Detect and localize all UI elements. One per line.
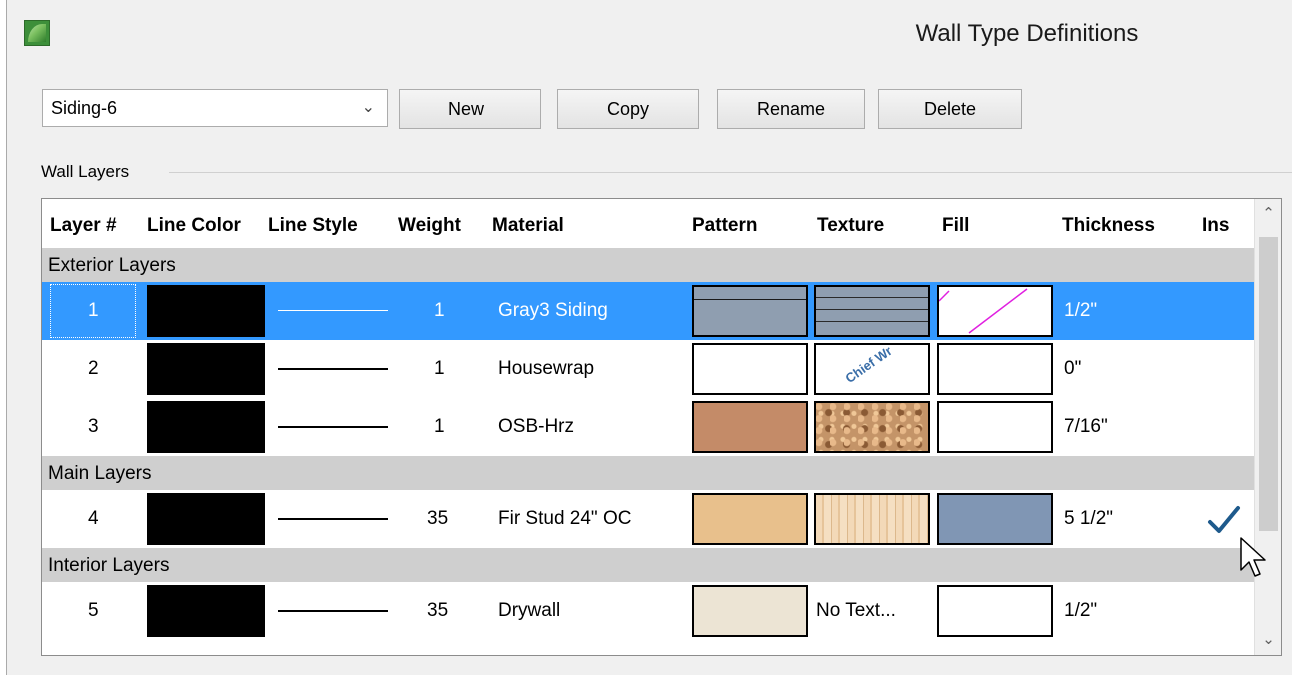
column-header-line-color[interactable]: Line Color: [147, 199, 241, 245]
table-row[interactable]: 5 35 Drywall No Text... 1/2": [42, 582, 1254, 640]
texture-no-texture-label[interactable]: No Text...: [814, 585, 930, 637]
column-header-ins[interactable]: Ins: [1202, 199, 1229, 245]
layer-number: 5: [88, 600, 99, 621]
line-style-sample[interactable]: [278, 610, 388, 612]
texture-swatch[interactable]: [814, 493, 930, 545]
wall-layers-group-label: Wall Layers: [41, 162, 130, 181]
section-header-exterior: Exterior Layers: [42, 248, 1254, 282]
material-name[interactable]: OSB-Hrz: [498, 398, 574, 456]
rename-button[interactable]: Rename: [717, 89, 865, 129]
weight-value: 1: [434, 416, 445, 437]
line-style-sample[interactable]: [278, 426, 388, 428]
section-header-main: Main Layers: [42, 456, 1254, 490]
layer-number: 4: [88, 508, 99, 529]
texture-swatch[interactable]: [814, 285, 930, 337]
pattern-swatch[interactable]: [692, 285, 808, 337]
fill-swatch[interactable]: [937, 401, 1053, 453]
weight-value: 1: [434, 358, 445, 379]
insulation-check-icon[interactable]: [1204, 500, 1244, 540]
thickness-value: 1/2": [1064, 600, 1098, 621]
fill-swatch[interactable]: [937, 585, 1053, 637]
fill-diagonal-icon: [939, 288, 1028, 334]
line-color-swatch[interactable]: [147, 401, 265, 453]
siding-line: [816, 297, 928, 298]
title-bar: Wall Type Definitions: [7, 0, 1292, 78]
column-header-pattern[interactable]: Pattern: [692, 199, 757, 245]
pattern-swatch[interactable]: [692, 493, 808, 545]
line-color-swatch[interactable]: [147, 285, 265, 337]
fill-swatch[interactable]: [937, 343, 1053, 395]
grid-header: Layer # Line Color Line Style Weight Mat…: [42, 199, 1254, 245]
pattern-swatch[interactable]: [692, 343, 808, 395]
line-color-swatch[interactable]: [147, 493, 265, 545]
pattern-swatch[interactable]: [692, 585, 808, 637]
vertical-scrollbar[interactable]: ⌃ ⌄: [1254, 199, 1281, 655]
thickness-value: 7/16": [1064, 416, 1108, 437]
table-row[interactable]: 4 35 Fir Stud 24" OC 5 1/2": [42, 490, 1254, 548]
thickness-value: 1/2": [1064, 300, 1098, 321]
table-row[interactable]: 3 1 OSB-Hrz 7/16": [42, 398, 1254, 456]
fill-swatch[interactable]: [937, 493, 1053, 545]
column-header-fill[interactable]: Fill: [942, 199, 969, 245]
scroll-down-icon[interactable]: ⌄: [1255, 625, 1281, 655]
column-header-texture[interactable]: Texture: [817, 199, 884, 245]
layer-number: 1: [88, 300, 99, 321]
chevron-down-icon[interactable]: ⌄: [362, 90, 375, 126]
line-style-sample[interactable]: [278, 368, 388, 370]
siding-line: [816, 309, 928, 310]
new-button[interactable]: New: [399, 89, 541, 129]
thickness-value: 0": [1064, 358, 1082, 379]
wall-type-select[interactable]: Siding-6 ⌄: [42, 89, 388, 127]
texture-swatch[interactable]: [814, 401, 930, 453]
material-name[interactable]: Drywall: [498, 582, 560, 640]
column-header-thickness[interactable]: Thickness: [1062, 199, 1155, 245]
window-title: Wall Type Definitions: [915, 20, 1139, 47]
wall-type-select-value: Siding-6: [51, 98, 118, 118]
column-header-layer[interactable]: Layer #: [50, 199, 117, 245]
column-header-line-style[interactable]: Line Style: [268, 199, 358, 245]
weight-value: 35: [427, 508, 449, 529]
fill-swatch[interactable]: [937, 285, 1053, 337]
scroll-thumb[interactable]: [1259, 237, 1278, 531]
line-color-swatch[interactable]: [147, 585, 265, 637]
section-header-interior: Interior Layers: [42, 548, 1254, 582]
housewrap-print-text: Chief Wr: [842, 343, 895, 386]
line-style-sample[interactable]: [278, 310, 388, 311]
thickness-value: 5 1/2": [1064, 508, 1114, 529]
siding-line: [816, 321, 928, 322]
app-logo-icon: [24, 20, 50, 46]
table-row[interactable]: 1 1 Gray3 Siding 1/2": [42, 282, 1254, 340]
material-name[interactable]: Housewrap: [498, 340, 594, 398]
scroll-up-icon[interactable]: ⌃: [1255, 199, 1281, 229]
group-divider: [169, 172, 1292, 173]
column-header-material[interactable]: Material: [492, 199, 564, 245]
wall-type-definitions-dialog: Wall Type Definitions Siding-6 ⌄ New Cop…: [6, 0, 1292, 675]
copy-button[interactable]: Copy: [557, 89, 699, 129]
pattern-line: [694, 299, 806, 300]
pattern-swatch[interactable]: [692, 401, 808, 453]
layer-number: 2: [88, 358, 99, 379]
layer-number: 3: [88, 416, 99, 437]
line-style-sample[interactable]: [278, 518, 388, 520]
texture-swatch[interactable]: Chief Wr: [814, 343, 930, 395]
weight-value: 35: [427, 600, 449, 621]
material-name[interactable]: Gray3 Siding: [498, 282, 608, 340]
material-name[interactable]: Fir Stud 24" OC: [498, 490, 631, 548]
table-row[interactable]: 2 1 Housewrap Chief Wr 0": [42, 340, 1254, 398]
line-color-swatch[interactable]: [147, 343, 265, 395]
mouse-pointer-icon: [1240, 537, 1266, 577]
weight-value: 1: [434, 300, 445, 321]
delete-button[interactable]: Delete: [878, 89, 1022, 129]
wall-layers-grid: Layer # Line Color Line Style Weight Mat…: [41, 198, 1282, 656]
column-header-weight[interactable]: Weight: [398, 199, 461, 245]
toolbar: Siding-6 ⌄ New Copy Rename Delete: [7, 89, 1292, 133]
